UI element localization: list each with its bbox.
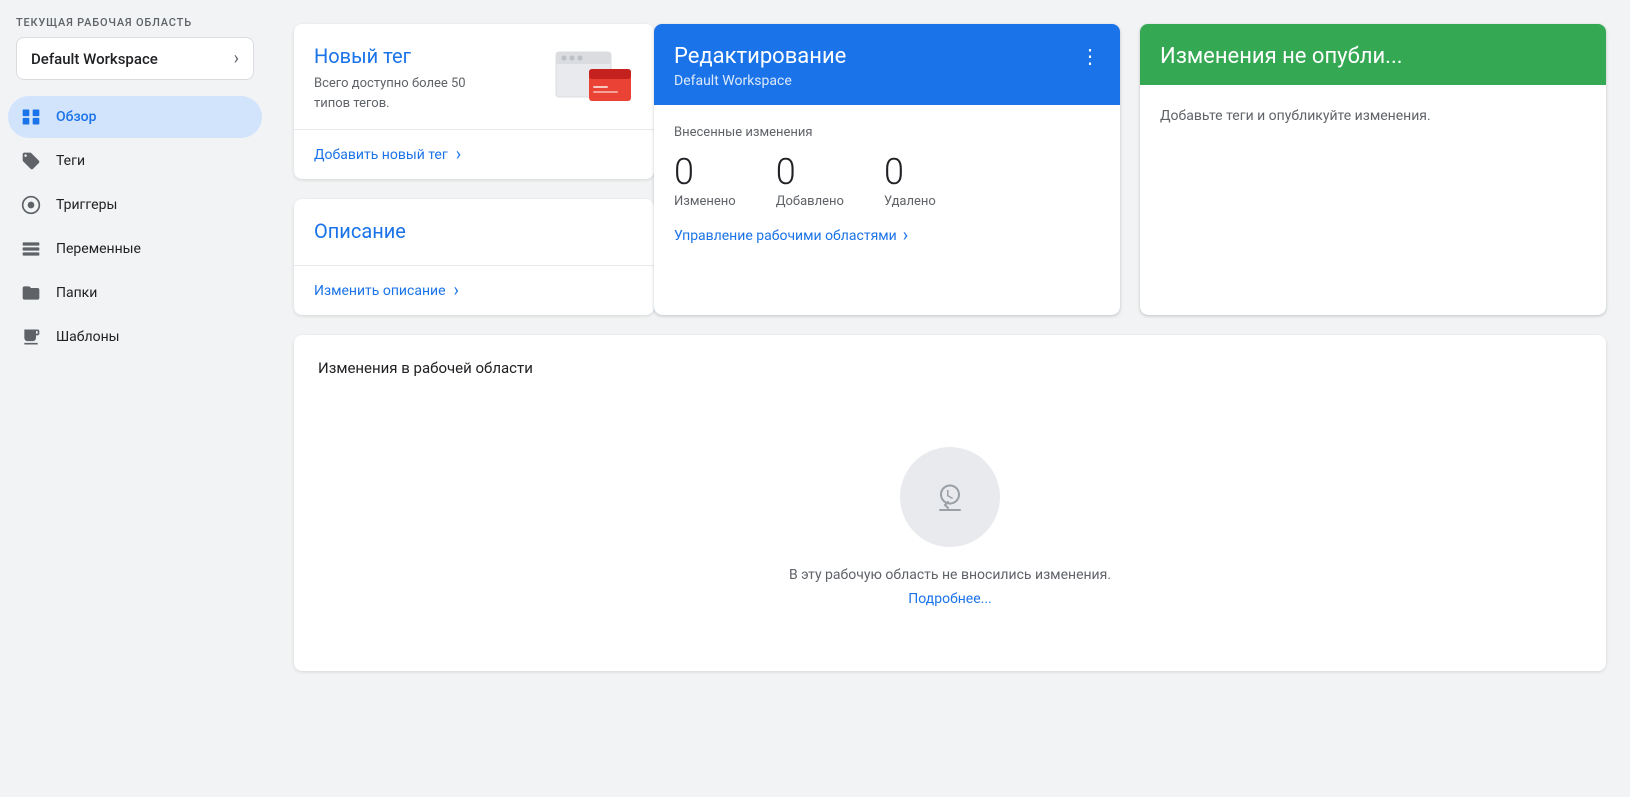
publish-card-body: Добавьте теги и опубликуйте изменения.: [1140, 85, 1606, 315]
main-content: Новый тег Всего доступно более 50 типов …: [270, 0, 1630, 797]
sidebar-item-overview-label: Обзор: [56, 109, 97, 125]
description-card: Описание Изменить описание ›: [294, 199, 654, 315]
sidebar-nav: Обзор Теги Триггеры: [0, 96, 270, 360]
edit-description-arrow-icon: ›: [454, 280, 459, 301]
editing-subtitle: Default Workspace: [674, 73, 846, 89]
sidebar-item-folders[interactable]: Папки: [8, 272, 262, 314]
tag-icon: [20, 150, 42, 172]
workspace-name: Default Workspace: [31, 50, 158, 68]
empty-state-text: В эту рабочую область не вносились измен…: [789, 567, 1111, 583]
add-new-tag-label: Добавить новый тег: [314, 147, 448, 163]
publish-description: Добавьте теги и опубликуйте изменения.: [1160, 105, 1586, 127]
overview-icon: [20, 106, 42, 128]
empty-state: В эту рабочую область не вносились измен…: [318, 407, 1582, 647]
stat-deleted-label: Удалено: [884, 194, 936, 209]
sidebar-item-variables-label: Переменные: [56, 241, 141, 257]
publish-card: Изменения не опубли... Добавьте теги и о…: [1140, 24, 1606, 315]
manage-workspaces-link[interactable]: Управление рабочими областями ›: [674, 225, 1100, 246]
description-card-top: Описание: [294, 199, 654, 265]
add-new-tag-link[interactable]: Добавить новый тег ›: [294, 129, 654, 179]
publish-card-top: Изменения не опубли...: [1140, 24, 1606, 85]
add-new-tag-arrow-icon: ›: [456, 144, 461, 165]
sidebar-item-tags-label: Теги: [56, 153, 85, 169]
stat-added-label: Добавлено: [776, 194, 844, 209]
stat-changed: 0 Изменено: [674, 154, 736, 209]
workspace-section: ТЕКУЩАЯ РАБОЧАЯ ОБЛАСТЬ Default Workspac…: [0, 0, 270, 88]
sidebar-item-overview[interactable]: Обзор: [8, 96, 262, 138]
new-tag-card: Новый тег Всего доступно более 50 типов …: [294, 24, 654, 179]
stat-added-number: 0: [776, 154, 844, 190]
empty-state-link[interactable]: Подробнее...: [908, 591, 991, 607]
editing-card: Редактирование Default Workspace ⋮ Внесе…: [654, 24, 1120, 315]
workspace-selector[interactable]: Default Workspace ›: [16, 37, 254, 80]
sidebar-item-triggers-label: Триггеры: [56, 197, 117, 213]
empty-state-icon: [900, 447, 1000, 547]
tag-illustration: [554, 44, 634, 113]
trigger-icon: [20, 194, 42, 216]
edit-description-label: Изменить описание: [314, 283, 446, 299]
stat-added: 0 Добавлено: [776, 154, 844, 209]
editing-card-body: Внесенные изменения 0 Изменено 0 Добавле…: [654, 105, 1120, 315]
stat-changed-label: Изменено: [674, 194, 736, 209]
manage-workspaces-arrow-icon: ›: [903, 225, 908, 246]
sidebar-item-triggers[interactable]: Триггеры: [8, 184, 262, 226]
editing-menu-button[interactable]: ⋮: [1080, 44, 1100, 68]
new-tag-description: Всего доступно более 50 типов тегов.: [314, 74, 494, 113]
editing-title: Редактирование: [674, 44, 846, 69]
changes-label: Внесенные изменения: [674, 125, 1100, 140]
stat-deleted: 0 Удалено: [884, 154, 936, 209]
workspace-changes-title: Изменения в рабочей области: [318, 359, 1582, 377]
sidebar-item-templates-label: Шаблоны: [56, 329, 120, 345]
manage-workspaces-label: Управление рабочими областями: [674, 228, 897, 244]
workspace-arrow-icon: ›: [234, 48, 239, 69]
variable-icon: [20, 238, 42, 260]
sidebar-item-tags[interactable]: Теги: [8, 140, 262, 182]
publish-title: Изменения не опубли...: [1160, 44, 1586, 69]
new-tag-card-top: Новый тег Всего доступно более 50 типов …: [294, 24, 654, 129]
editing-card-top: Редактирование Default Workspace ⋮: [654, 24, 1120, 105]
stat-deleted-number: 0: [884, 154, 936, 190]
folder-icon: [20, 282, 42, 304]
workspace-changes-section: Изменения в рабочей области В эту рабочу…: [294, 335, 1606, 671]
sidebar-item-variables[interactable]: Переменные: [8, 228, 262, 270]
template-icon: [20, 326, 42, 348]
workspace-label: ТЕКУЩАЯ РАБОЧАЯ ОБЛАСТЬ: [16, 16, 254, 29]
cards-row: Новый тег Всего доступно более 50 типов …: [294, 24, 1606, 315]
stat-changed-number: 0: [674, 154, 736, 190]
sidebar-item-templates[interactable]: Шаблоны: [8, 316, 262, 358]
sidebar: ТЕКУЩАЯ РАБОЧАЯ ОБЛАСТЬ Default Workspac…: [0, 0, 270, 797]
sidebar-item-folders-label: Папки: [56, 285, 97, 301]
description-title: Описание: [314, 219, 406, 243]
new-tag-title: Новый тег: [314, 44, 494, 68]
edit-description-link[interactable]: Изменить описание ›: [294, 265, 654, 315]
changes-stats: 0 Изменено 0 Добавлено 0 Удалено: [674, 154, 1100, 209]
